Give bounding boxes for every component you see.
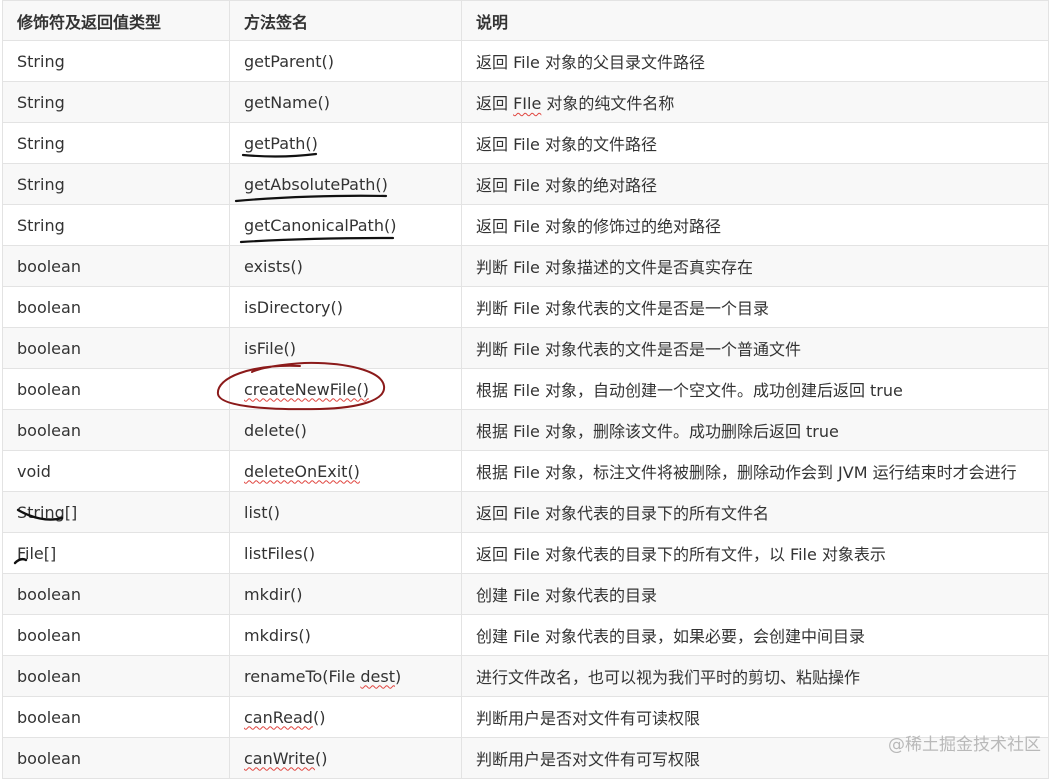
- description-cell: 返回 File 对象的修饰过的绝对路径: [461, 204, 1049, 246]
- method-cell: list(): [229, 491, 462, 533]
- description-cell: 根据 File 对象，标注文件将被删除，删除动作会到 JVM 运行结束时才会进行: [461, 450, 1049, 492]
- description-cell: 返回 File 对象代表的目录下的所有文件名: [461, 491, 1049, 533]
- description-cell: 判断 File 对象描述的文件是否真实存在: [461, 245, 1049, 287]
- description-cell: 判断 File 对象代表的文件是否是一个目录: [461, 286, 1049, 328]
- return-type-cell: boolean: [2, 737, 230, 779]
- method-cell: renameTo(File dest): [229, 655, 462, 697]
- table-row: File[] listFiles() 返回 File 对象代表的目录下的所有文件…: [2, 532, 1049, 574]
- method-cell: canRead(): [229, 696, 462, 738]
- desc-text: 对象的纯文件名称: [541, 94, 675, 113]
- method-text: ): [395, 666, 402, 686]
- spellcheck-word: dest: [360, 666, 395, 686]
- file-api-table-screenshot: 修饰符及返回值类型 方法签名 说明 String getParent() 返回 …: [0, 0, 1059, 779]
- return-type-cell: boolean: [2, 655, 230, 697]
- method-cell: mkdirs(): [229, 614, 462, 656]
- return-type-cell: boolean: [2, 409, 230, 451]
- header-method-signature: 方法签名: [229, 0, 462, 41]
- method-cell: getName(): [229, 81, 462, 123]
- description-cell: 根据 File 对象，删除该文件。成功删除后返回 true: [461, 409, 1049, 451]
- description-cell: 创建 File 对象代表的目录，如果必要，会创建中间目录: [461, 614, 1049, 656]
- table-row: boolean delete() 根据 File 对象，删除该文件。成功删除后返…: [2, 409, 1049, 451]
- table-row: String[] list() 返回 File 对象代表的目录下的所有文件名: [2, 491, 1049, 533]
- watermark-text: @稀土掘金技术社区: [888, 735, 1041, 755]
- method-name: createNewFile(): [244, 379, 369, 399]
- method-cell: isDirectory(): [229, 286, 462, 328]
- table-header-row: 修饰符及返回值类型 方法签名 说明: [2, 0, 1049, 41]
- spellcheck-word: canRead: [244, 707, 313, 727]
- description-cell: 判断 File 对象代表的文件是否是一个普通文件: [461, 327, 1049, 369]
- spellcheck-word: canWrite: [244, 748, 315, 768]
- description-cell: 根据 File 对象，自动创建一个空文件。成功创建后返回 true: [461, 368, 1049, 410]
- method-cell: isFile(): [229, 327, 462, 369]
- method-cell: getPath(): [229, 122, 462, 164]
- method-cell: delete(): [229, 409, 462, 451]
- description-cell: 创建 File 对象代表的目录: [461, 573, 1049, 615]
- method-cell: canWrite(): [229, 737, 462, 779]
- return-type-cell: void: [2, 450, 230, 492]
- return-type-cell: boolean: [2, 286, 230, 328]
- method-text: renameTo(File: [244, 666, 361, 686]
- method-text: (): [314, 748, 328, 768]
- header-description: 说明: [461, 0, 1049, 41]
- table-row: String getPath() 返回 File 对象的文件路径: [2, 122, 1049, 164]
- return-type-cell: String: [2, 204, 230, 246]
- desc-text: 返回: [476, 94, 514, 113]
- return-type-cell: String: [2, 163, 230, 205]
- table-row: boolean renameTo(File dest) 进行文件改名，也可以视为…: [2, 655, 1049, 697]
- table-row: boolean isDirectory() 判断 File 对象代表的文件是否是…: [2, 286, 1049, 328]
- method-cell: exists(): [229, 245, 462, 287]
- method-cell: getParent(): [229, 40, 462, 82]
- table-row: boolean exists() 判断 File 对象描述的文件是否真实存在: [2, 245, 1049, 287]
- return-type-cell: File[]: [2, 532, 230, 574]
- table-row: void deleteOnExit() 根据 File 对象，标注文件将被删除，…: [2, 450, 1049, 492]
- table-row: boolean isFile() 判断 File 对象代表的文件是否是一个普通文…: [2, 327, 1049, 369]
- description-cell: 返回 File 对象的父目录文件路径: [461, 40, 1049, 82]
- method-cell: getAbsolutePath(): [229, 163, 462, 205]
- table-row: boolean mkdirs() 创建 File 对象代表的目录，如果必要，会创…: [2, 614, 1049, 656]
- method-cell: deleteOnExit(): [229, 450, 462, 492]
- description-cell: 返回 FIle 对象的纯文件名称: [461, 81, 1049, 123]
- return-type-cell: String[]: [2, 491, 230, 533]
- description-cell: 进行文件改名，也可以视为我们平时的剪切、粘贴操作: [461, 655, 1049, 697]
- method-cell: getCanonicalPath(): [229, 204, 462, 246]
- return-type-cell: boolean: [2, 368, 230, 410]
- spellcheck-word: FIle: [513, 94, 542, 113]
- table-row: String getAbsolutePath() 返回 File 对象的绝对路径: [2, 163, 1049, 205]
- table-row: String getParent() 返回 File 对象的父目录文件路径: [2, 40, 1049, 82]
- return-type-cell: boolean: [2, 245, 230, 287]
- method-name: deleteOnExit(): [244, 461, 360, 481]
- return-type-cell: String: [2, 122, 230, 164]
- method-cell: createNewFile(): [229, 368, 462, 410]
- table-row: boolean createNewFile() 根据 File 对象，自动创建一…: [2, 368, 1049, 410]
- return-type-cell: String: [2, 40, 230, 82]
- return-type-cell: boolean: [2, 327, 230, 369]
- table-row: String getName() 返回 FIle 对象的纯文件名称: [2, 81, 1049, 123]
- return-type-cell: boolean: [2, 696, 230, 738]
- file-methods-table: 修饰符及返回值类型 方法签名 说明 String getParent() 返回 …: [2, 0, 1049, 779]
- return-type-cell: boolean: [2, 573, 230, 615]
- table-row: boolean mkdir() 创建 File 对象代表的目录: [2, 573, 1049, 615]
- header-return-type: 修饰符及返回值类型: [2, 0, 230, 41]
- description-cell: 返回 File 对象代表的目录下的所有文件，以 File 对象表示: [461, 532, 1049, 574]
- return-type-cell: String: [2, 81, 230, 123]
- description-cell: 返回 File 对象的文件路径: [461, 122, 1049, 164]
- return-type-cell: boolean: [2, 614, 230, 656]
- method-cell: mkdir(): [229, 573, 462, 615]
- table-row: String getCanonicalPath() 返回 File 对象的修饰过…: [2, 204, 1049, 246]
- method-text: (): [312, 707, 326, 727]
- method-cell: listFiles(): [229, 532, 462, 574]
- description-cell: 返回 File 对象的绝对路径: [461, 163, 1049, 205]
